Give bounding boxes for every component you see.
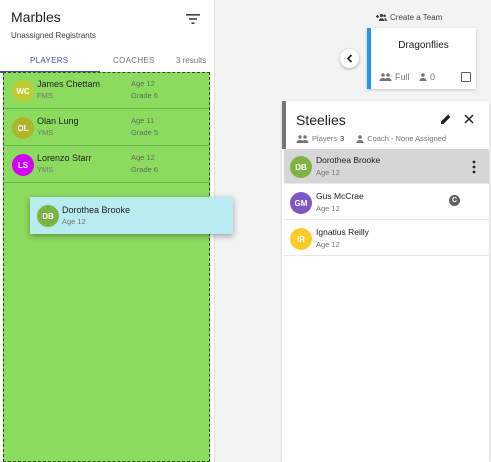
create-team-button[interactable]: Create a Team <box>375 13 442 22</box>
tab-coaches[interactable]: COACHES <box>113 56 155 65</box>
group-icon <box>296 134 309 143</box>
registrant-row[interactable]: LS Lorenzo Starr YMS Age 12 Grade 6 <box>4 147 209 183</box>
panel-subtitle: Unassigned Registrants <box>11 31 96 40</box>
team-status: Full <box>379 72 410 82</box>
team-player-count: 0 <box>419 72 435 82</box>
group-icon <box>379 73 392 81</box>
team-card-dragonflies[interactable]: Dragonflies Full 0 <box>367 28 476 89</box>
team-member-row[interactable]: GM Gus McCrae Age 12 C <box>284 185 489 220</box>
member-name: Dorothea Brooke <box>316 155 381 165</box>
avatar: DB <box>37 205 59 227</box>
registrant-row[interactable]: WC James Chettam FMS Age 12 Grade 6 <box>4 73 209 109</box>
registrant-drop-zone[interactable]: WC James Chettam FMS Age 12 Grade 6 OL O… <box>3 72 210 462</box>
results-count: 3 results <box>176 56 207 65</box>
team-meta: Players 3 Coach - None Assigned <box>296 134 446 143</box>
player-name: Dorothea Brooke <box>62 205 131 215</box>
registrant-name: Olan Lung <box>37 116 79 126</box>
coach-info: Coach - None Assigned <box>356 134 446 143</box>
coach-label: Coach - None Assigned <box>367 134 446 143</box>
team-member-row[interactable]: IR Ignatius Reilly Age 12 <box>284 221 489 256</box>
registrant-age: Age 11 <box>131 116 155 125</box>
team-member-row[interactable]: DB Dorothea Brooke Age 12 <box>284 149 489 184</box>
avatar: IR <box>290 228 312 250</box>
member-name: Ignatius Reilly <box>316 227 369 237</box>
registrant-name: James Chettam <box>37 79 101 89</box>
team-color-bar <box>282 101 286 149</box>
registrant-school: FMS <box>37 91 53 100</box>
avatar: OL <box>12 117 34 139</box>
dragged-player-card[interactable]: DB Dorothea Brooke Age 12 <box>30 197 233 234</box>
players-count: 3 <box>340 134 345 143</box>
player-age: Age 12 <box>62 217 86 226</box>
person-icon <box>356 134 364 143</box>
edit-pencil-icon[interactable] <box>440 113 452 125</box>
previous-team-button[interactable] <box>340 49 359 68</box>
filter-icon[interactable] <box>186 13 200 25</box>
close-icon[interactable] <box>463 113 475 125</box>
captain-badge-icon: C <box>449 195 460 206</box>
avatar: DB <box>290 156 312 178</box>
registrant-age: Age 12 <box>131 153 155 162</box>
registrant-age: Age 12 <box>131 79 155 88</box>
registrant-grade: Grade 6 <box>131 165 159 174</box>
team-name: Steelies <box>296 112 346 128</box>
registrant-tabs: PLAYERS COACHES 3 results <box>0 50 215 73</box>
avatar: WC <box>12 80 34 102</box>
person-icon <box>419 73 427 81</box>
avatar: GM <box>290 192 312 214</box>
team-detail-panel: Steelies Players 3 Coach - None Assigned… <box>282 101 489 462</box>
chevron-left-icon <box>346 54 353 63</box>
registrant-grade: Grade 5 <box>131 128 159 137</box>
tab-players[interactable]: PLAYERS <box>30 56 68 65</box>
team-status-label: Full <box>395 72 410 82</box>
team-name: Dragonflies <box>398 40 449 51</box>
team-count-value: 0 <box>430 72 436 82</box>
registrant-grade: Grade 6 <box>131 91 159 100</box>
registrant-row[interactable]: OL Olan Lung YMS Age 11 Grade 5 <box>4 110 209 146</box>
add-group-icon <box>376 13 387 21</box>
create-team-label: Create a Team <box>390 13 443 22</box>
member-name: Gus McCrae <box>316 191 364 201</box>
team-select-checkbox[interactable] <box>461 72 471 82</box>
more-vert-icon[interactable] <box>472 160 476 174</box>
registrant-name: Lorenzo Starr <box>37 153 92 163</box>
member-age: Age 12 <box>316 168 340 177</box>
registrant-school: YMS <box>37 165 54 174</box>
member-age: Age 12 <box>316 204 340 213</box>
registrant-school: YMS <box>37 128 54 137</box>
avatar: LS <box>12 154 34 176</box>
member-age: Age 12 <box>316 240 340 249</box>
players-label: Players <box>312 134 338 143</box>
division-title: Marbles <box>11 9 61 25</box>
